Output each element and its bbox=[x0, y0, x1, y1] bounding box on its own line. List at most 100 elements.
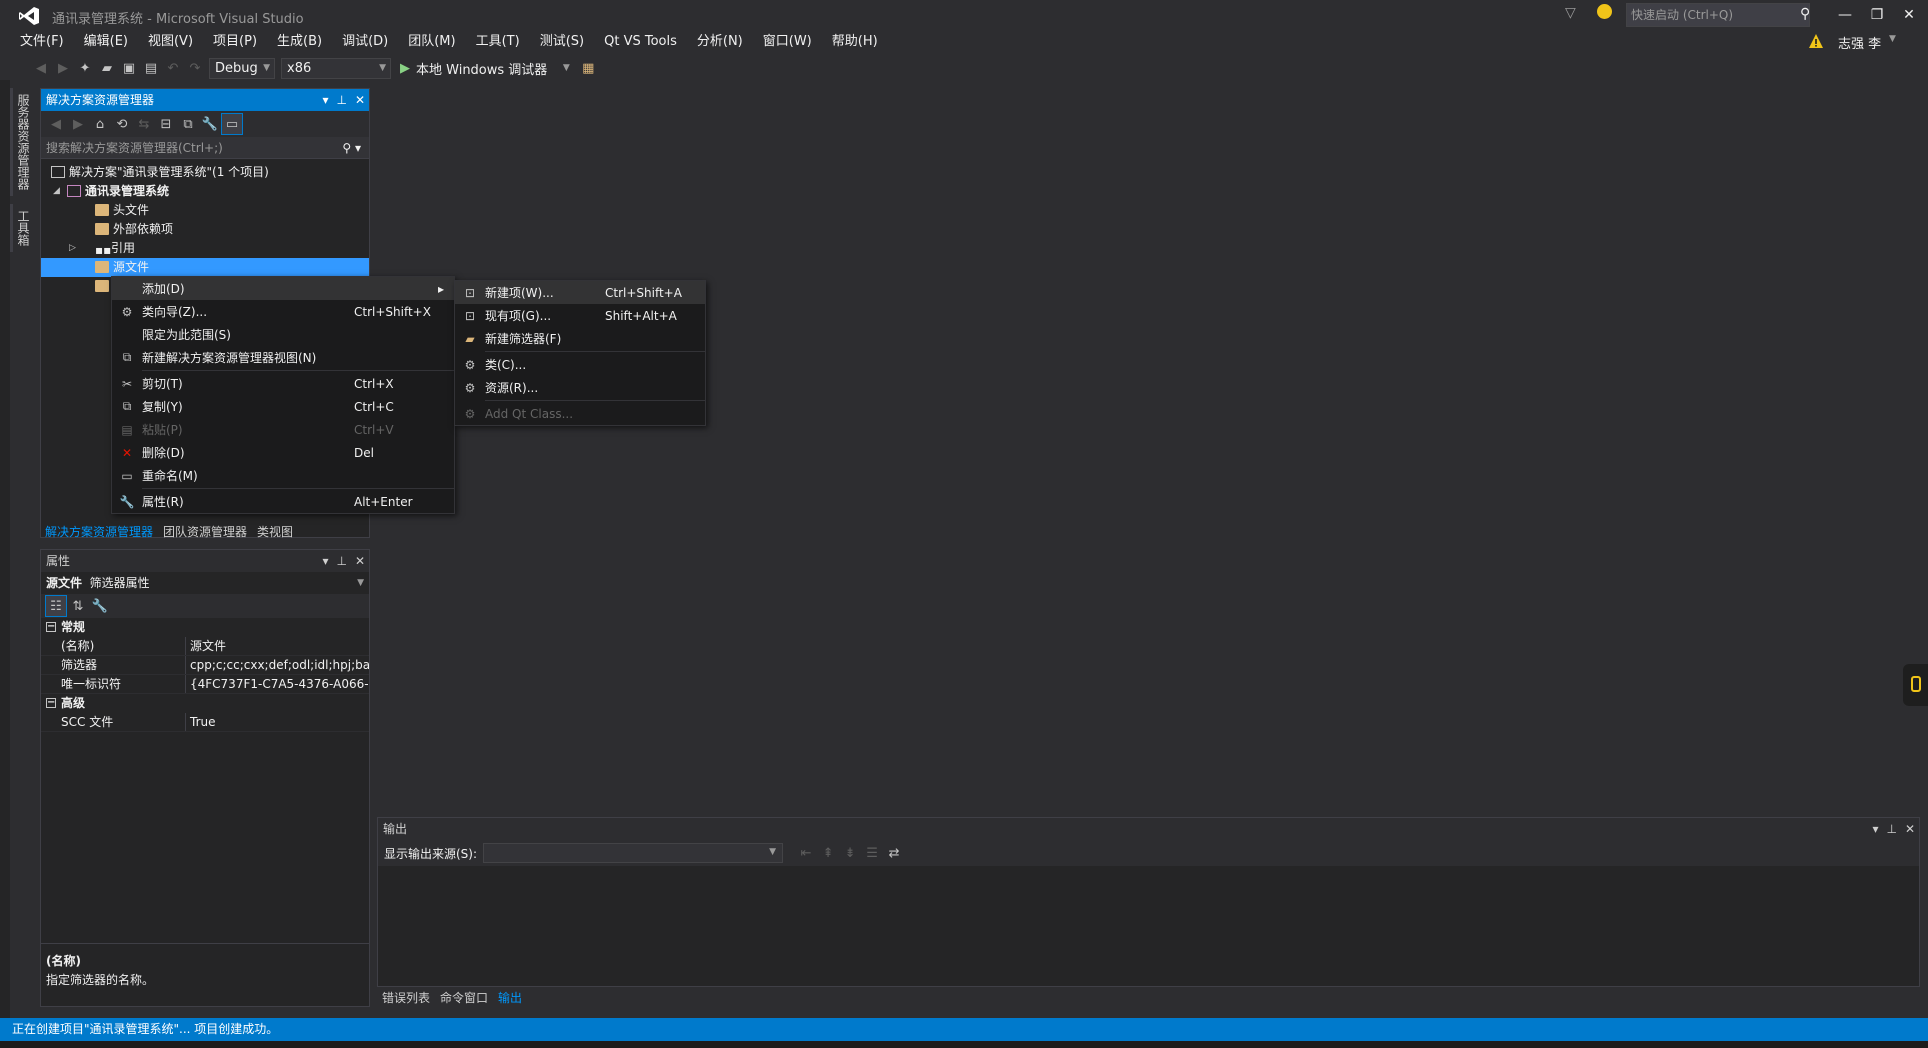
tab-error-list[interactable]: 错误列表 bbox=[377, 988, 435, 1008]
categorized-icon[interactable]: ☷ bbox=[45, 595, 67, 617]
tab-output[interactable]: 输出 bbox=[493, 988, 527, 1008]
submenu-item-new-filter[interactable]: ▰ 新建筛选器(F) bbox=[455, 327, 705, 350]
open-file-icon[interactable]: ▰ bbox=[96, 57, 118, 79]
close-button[interactable]: ✕ bbox=[1894, 4, 1924, 26]
window-position-icon[interactable]: ▾ bbox=[1872, 822, 1878, 836]
property-row[interactable]: (名称) 源文件 bbox=[41, 637, 369, 656]
filter-icon[interactable]: ▽ bbox=[1565, 5, 1576, 21]
quick-launch-input[interactable]: 快速启动 (Ctrl+Q) bbox=[1626, 3, 1810, 27]
menu-project[interactable]: 项目(P) bbox=[203, 31, 267, 53]
word-wrap-icon[interactable]: ⇄ bbox=[883, 842, 905, 864]
property-row[interactable]: 唯一标识符 {4FC737F1-C7A5-4376-A066- bbox=[41, 675, 369, 694]
menu-build[interactable]: 生成(B) bbox=[267, 31, 332, 53]
minimize-button[interactable]: — bbox=[1830, 4, 1860, 26]
window-position-icon[interactable]: ▾ bbox=[322, 93, 328, 107]
solution-search-input[interactable]: 搜索解决方案资源管理器(Ctrl+;) ⚲ ▾ bbox=[41, 137, 369, 159]
window-position-icon[interactable]: ▾ bbox=[322, 554, 328, 568]
menu-item-paste[interactable]: ▤ 粘贴(P) Ctrl+V bbox=[112, 418, 454, 441]
toolbox-tab[interactable]: 工具箱 bbox=[10, 204, 34, 252]
tree-item-project[interactable]: ◢ 通讯录管理系统 bbox=[41, 182, 369, 201]
menu-item-copy[interactable]: ⧉ 复制(Y) Ctrl+C bbox=[112, 395, 454, 418]
save-icon[interactable]: ▣ bbox=[118, 57, 140, 79]
menu-edit[interactable]: 编辑(E) bbox=[74, 31, 138, 53]
start-debugging-button[interactable]: 本地 Windows 调试器 bbox=[416, 59, 547, 78]
user-name[interactable]: 志强 李 bbox=[1838, 33, 1881, 52]
output-source-select[interactable]: ▼ bbox=[483, 843, 784, 863]
properties-icon[interactable]: 🔧 bbox=[199, 113, 221, 135]
feedback-smiley-icon[interactable] bbox=[1597, 4, 1612, 19]
category-general[interactable]: − 常规 bbox=[41, 618, 369, 637]
navigate-back-icon[interactable]: ◀ bbox=[30, 57, 52, 79]
debugger-dropdown-icon[interactable]: ▼ bbox=[555, 57, 577, 79]
search-icon[interactable]: ⚲ bbox=[1800, 6, 1810, 22]
clear-all-icon[interactable]: ☰ bbox=[861, 842, 883, 864]
menu-item-properties[interactable]: 🔧 属性(R) Alt+Enter bbox=[112, 490, 454, 513]
undo-icon[interactable]: ↶ bbox=[162, 57, 184, 79]
menu-item-new-view[interactable]: ⧉ 新建解决方案资源管理器视图(N) bbox=[112, 346, 454, 369]
tab-team-explorer[interactable]: 团队资源管理器 bbox=[158, 522, 252, 542]
menu-team[interactable]: 团队(M) bbox=[398, 31, 465, 53]
sync-icon[interactable]: ⇆ bbox=[133, 113, 155, 135]
property-value[interactable]: True bbox=[185, 713, 369, 731]
new-project-icon[interactable]: ✦ bbox=[74, 57, 96, 79]
menu-item-delete[interactable]: ✕ 删除(D) Del bbox=[112, 441, 454, 464]
tab-class-view[interactable]: 类视图 bbox=[252, 522, 298, 542]
home-icon[interactable]: ⌂ bbox=[89, 113, 111, 135]
search-icon[interactable]: ⚲ ▾ bbox=[342, 137, 361, 159]
back-icon[interactable]: ◀ bbox=[45, 113, 67, 135]
collapsed-arrow-icon[interactable]: ▷ bbox=[69, 239, 76, 258]
alphabetical-icon[interactable]: ⇅ bbox=[67, 595, 89, 617]
submenu-item-add-qt-class[interactable]: ⚙ Add Qt Class... bbox=[455, 402, 705, 425]
menu-help[interactable]: 帮助(H) bbox=[822, 31, 888, 53]
menu-item-class-wizard[interactable]: ⚙ 类向导(Z)... Ctrl+Shift+X bbox=[112, 300, 454, 323]
next-message-icon[interactable]: ⇟ bbox=[839, 842, 861, 864]
menu-view[interactable]: 视图(V) bbox=[138, 31, 203, 53]
navigate-forward-icon[interactable]: ▶ bbox=[52, 57, 74, 79]
menu-window[interactable]: 窗口(W) bbox=[753, 31, 822, 53]
save-all-icon[interactable]: ▤ bbox=[140, 57, 162, 79]
side-widget[interactable] bbox=[1903, 664, 1928, 706]
close-icon[interactable]: ✕ bbox=[1905, 822, 1915, 836]
property-value[interactable]: cpp;c;cc;cxx;def;odl;idl;hpj;ba bbox=[185, 656, 369, 674]
tree-item-references[interactable]: ▷ ▪▪引用 bbox=[41, 239, 369, 258]
expanded-arrow-icon[interactable]: ◢ bbox=[53, 182, 60, 201]
forward-icon[interactable]: ▶ bbox=[67, 113, 89, 135]
restore-button[interactable]: ❐ bbox=[1862, 4, 1892, 26]
tab-solution-explorer[interactable]: 解决方案资源管理器 bbox=[40, 522, 158, 542]
menu-item-rename[interactable]: ▭ 重命名(M) bbox=[112, 464, 454, 487]
menu-item-add[interactable]: 添加(D) ▸ bbox=[112, 277, 454, 300]
properties-object-select[interactable]: 源文件 筛选器属性 ▼ bbox=[41, 572, 369, 594]
category-advanced[interactable]: − 高级 bbox=[41, 694, 369, 713]
property-row[interactable]: SCC 文件 True bbox=[41, 713, 369, 732]
pin-icon[interactable]: ⊥ bbox=[336, 554, 346, 568]
find-in-files-icon[interactable]: ▦ bbox=[577, 57, 599, 79]
pin-icon[interactable]: ⊥ bbox=[336, 93, 346, 107]
pending-changes-filter-icon[interactable]: ⟲ bbox=[111, 113, 133, 135]
tree-item-external-deps[interactable]: 外部依赖项 bbox=[41, 220, 369, 239]
user-dropdown-icon[interactable]: ▼ bbox=[1889, 34, 1896, 44]
menu-qt-vs-tools[interactable]: Qt VS Tools bbox=[594, 31, 687, 53]
server-explorer-tab[interactable]: 服务器资源管理器 bbox=[10, 88, 34, 196]
warning-icon[interactable] bbox=[1808, 33, 1824, 49]
preview-icon[interactable]: ▭ bbox=[221, 113, 243, 135]
start-debugging-icon[interactable]: ▶ bbox=[394, 57, 416, 79]
pin-icon[interactable]: ⊥ bbox=[1886, 822, 1896, 836]
tree-item-solution[interactable]: 解决方案"通讯录管理系统"(1 个项目) bbox=[41, 163, 369, 182]
submenu-item-existing-item[interactable]: ⊡ 现有项(G)... Shift+Alt+A bbox=[455, 304, 705, 327]
menu-tools[interactable]: 工具(T) bbox=[466, 31, 530, 53]
redo-icon[interactable]: ↷ bbox=[184, 57, 206, 79]
close-icon[interactable]: ✕ bbox=[355, 554, 365, 568]
tree-item-source-files[interactable]: 源文件 bbox=[41, 258, 369, 277]
prev-message-icon[interactable]: ⇞ bbox=[817, 842, 839, 864]
menu-debug[interactable]: 调试(D) bbox=[332, 31, 398, 53]
property-row[interactable]: 筛选器 cpp;c;cc;cxx;def;odl;idl;hpj;ba bbox=[41, 656, 369, 675]
menu-analyze[interactable]: 分析(N) bbox=[687, 31, 753, 53]
menu-item-cut[interactable]: ✂ 剪切(T) Ctrl+X bbox=[112, 372, 454, 395]
tree-item-header-files[interactable]: 头文件 bbox=[41, 201, 369, 220]
find-message-icon[interactable]: ⇤ bbox=[795, 842, 817, 864]
menu-item-scope-to-this[interactable]: 限定为此范围(S) bbox=[112, 323, 454, 346]
menu-file[interactable]: 文件(F) bbox=[10, 31, 74, 53]
submenu-item-new-item[interactable]: ⊡ 新建项(W)... Ctrl+Shift+A bbox=[455, 281, 705, 304]
collapse-all-icon[interactable]: ⊟ bbox=[155, 113, 177, 135]
menu-test[interactable]: 测试(S) bbox=[530, 31, 594, 53]
